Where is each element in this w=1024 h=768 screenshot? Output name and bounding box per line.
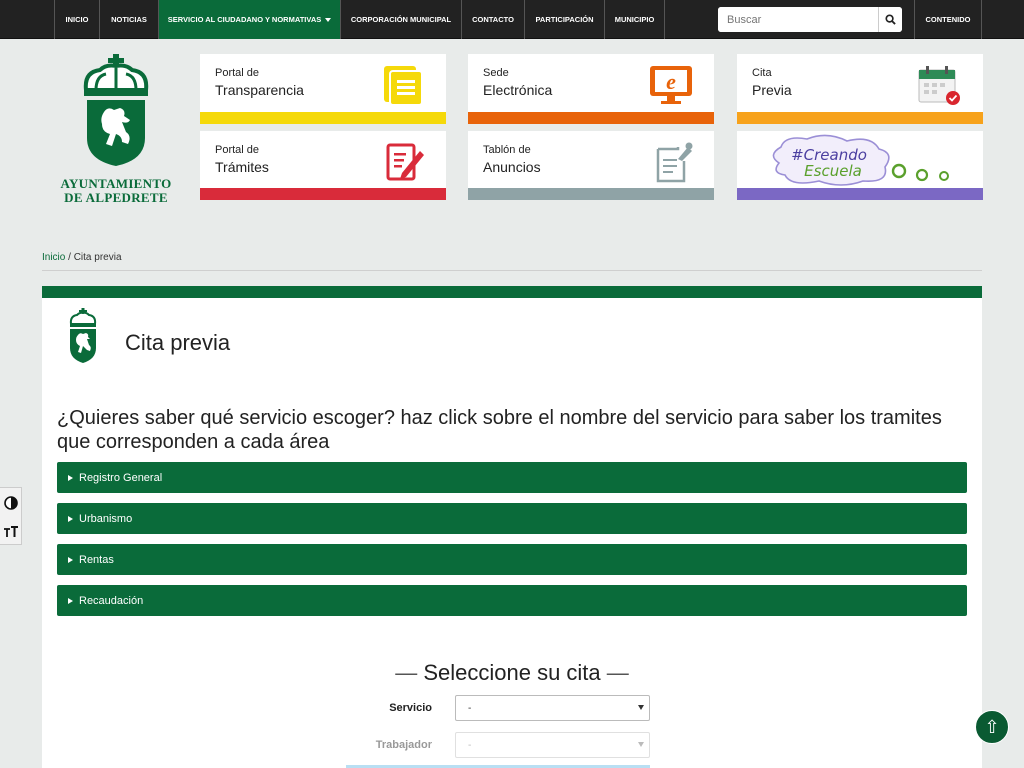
nav-label: PARTICIPACIÓN — [535, 15, 594, 24]
card-color-bar — [737, 188, 983, 200]
nav-label: MUNICIPIO — [614, 15, 655, 24]
card-creando-escuela[interactable]: #Creando Escuela — [737, 131, 983, 200]
coat-of-arms-small-icon — [69, 308, 97, 363]
nav-label: CORPORACIÓN MUNICIPAL — [350, 15, 452, 24]
breadcrumb: Inicio / Cita previa — [42, 252, 122, 263]
form-title: — Seleccione su cita — — [42, 660, 982, 686]
divider — [42, 270, 982, 271]
trabajador-label: Trabajador — [375, 739, 432, 751]
servicio-select[interactable]: - — [455, 695, 650, 721]
card-line1: Portal de — [215, 144, 260, 156]
logo-text: AYUNTAMIENTO DE ALPEDRETE — [56, 177, 176, 205]
card-line2: Previa — [752, 82, 792, 98]
card-color-bar — [200, 188, 446, 200]
breadcrumb-separator: / — [65, 252, 74, 263]
card-line1: Cita — [752, 67, 772, 79]
logo-line2: DE ALPEDRETE — [64, 190, 168, 205]
nav-participacion[interactable]: PARTICIPACIÓN — [524, 0, 604, 39]
card-cita-previa[interactable]: Cita Previa — [737, 54, 983, 124]
coat-of-arms-icon — [83, 54, 149, 166]
card-line2: Transparencia — [215, 82, 304, 98]
breadcrumb-home-link[interactable]: Inicio — [42, 252, 65, 263]
search-icon — [885, 14, 896, 25]
dropdown-arrow-icon — [638, 705, 644, 710]
accordion-label: Registro General — [79, 471, 163, 484]
servicio-selected-value: - — [468, 702, 472, 714]
logo-line1: AYUNTAMIENTO — [60, 176, 172, 191]
card-line1: Sede — [483, 67, 509, 79]
search-input[interactable] — [718, 7, 878, 32]
panel-top-bar — [42, 286, 982, 298]
title-dash-right: — — [600, 660, 629, 685]
nav-municipio[interactable]: MUNICIPIO — [604, 0, 665, 39]
accordion-recaudacion[interactable]: Recaudación — [57, 585, 967, 616]
trabajador-selected-value: - — [468, 739, 472, 751]
font-size-button[interactable] — [0, 517, 22, 546]
card-tablon-anuncios[interactable]: Tablón de Anuncios — [468, 131, 714, 200]
main-panel: Cita previa ¿Quieres saber qué servicio … — [42, 286, 982, 768]
accordion-label: Urbanismo — [79, 512, 133, 525]
arrow-up-icon: ⇧ — [984, 716, 1000, 737]
dropdown-arrow-icon — [638, 742, 644, 747]
contrast-icon — [4, 495, 18, 510]
form-edit-icon — [386, 143, 424, 181]
accordion-rentas[interactable]: Rentas — [57, 544, 967, 575]
document-icon — [384, 66, 423, 106]
svg-text:e: e — [666, 69, 676, 94]
card-color-bar — [468, 112, 714, 124]
e-monitor-icon: e — [650, 66, 692, 104]
accordion-urbanismo[interactable]: Urbanismo — [57, 503, 967, 534]
notice-board-icon — [656, 142, 693, 183]
municipal-logo[interactable]: AYUNTAMIENTO DE ALPEDRETE — [56, 54, 176, 205]
nav-contenido[interactable]: CONTENIDO — [914, 0, 982, 39]
card-portal-transparencia[interactable]: Portal de Transparencia — [200, 54, 446, 124]
nav-inicio[interactable]: INICIO — [54, 0, 99, 39]
card-color-bar — [200, 112, 446, 124]
nav-label: CONTENIDO — [925, 15, 971, 24]
page-title: Cita previa — [125, 330, 231, 355]
nav-label: INICIO — [65, 15, 89, 24]
card-color-bar — [737, 112, 983, 124]
triangle-right-icon — [68, 474, 73, 481]
nav-label: SERVICIO AL CIUDADANO Y NORMATIVAS — [167, 15, 322, 24]
nav-noticias[interactable]: NOTICIAS — [99, 0, 158, 39]
contrast-toggle-button[interactable] — [0, 488, 22, 517]
accordion-label: Rentas — [79, 553, 114, 566]
servicio-label: Servicio — [389, 702, 432, 714]
text-size-icon — [4, 525, 18, 537]
trabajador-select[interactable]: - — [455, 732, 650, 758]
nav-servicio-ciudadano[interactable]: SERVICIO AL CIUDADANO Y NORMATIVAS — [158, 0, 340, 39]
card-line2: Trámites — [215, 159, 269, 175]
nav-label: NOTICIAS — [111, 15, 147, 24]
nav-label: CONTACTO — [472, 15, 514, 24]
caret-down-icon — [325, 17, 332, 22]
card-line2: Electrónica — [483, 82, 553, 98]
title-dash-left: — — [395, 660, 424, 685]
search-button[interactable] — [878, 7, 902, 32]
accordion-registro-general[interactable]: Registro General — [57, 462, 967, 493]
breadcrumb-current: Cita previa — [73, 252, 122, 263]
accessibility-toolbar — [0, 487, 22, 545]
calendar-icon — [918, 66, 960, 105]
creando-escuela-logo: #Creando Escuela — [772, 134, 949, 186]
top-navigation: INICIO NOTICIAS SERVICIO AL CIUDADANO Y … — [0, 0, 1024, 39]
form-title-text: Seleccione su cita — [423, 660, 601, 685]
card-color-bar — [468, 188, 714, 200]
back-to-top-button[interactable]: ⇧ — [975, 710, 1009, 744]
triangle-right-icon — [68, 515, 73, 522]
card-portal-tramites[interactable]: Portal de Trámites — [200, 131, 446, 200]
search-box — [718, 7, 902, 32]
nav-corporacion[interactable]: CORPORACIÓN MUNICIPAL — [340, 0, 461, 39]
triangle-right-icon — [68, 556, 73, 563]
card-line2: Anuncios — [483, 159, 541, 175]
accordion-label: Recaudación — [79, 594, 144, 607]
card-line1: Portal de — [215, 67, 260, 79]
triangle-right-icon — [68, 597, 73, 604]
escuela-text: Escuela — [804, 162, 862, 180]
card-line1: Tablón de — [483, 144, 531, 156]
nav-contacto[interactable]: CONTACTO — [461, 0, 524, 39]
card-sede-electronica[interactable]: Sede Electrónica e — [468, 54, 714, 124]
intro-text: ¿Quieres saber qué servicio escoger? haz… — [57, 407, 942, 453]
